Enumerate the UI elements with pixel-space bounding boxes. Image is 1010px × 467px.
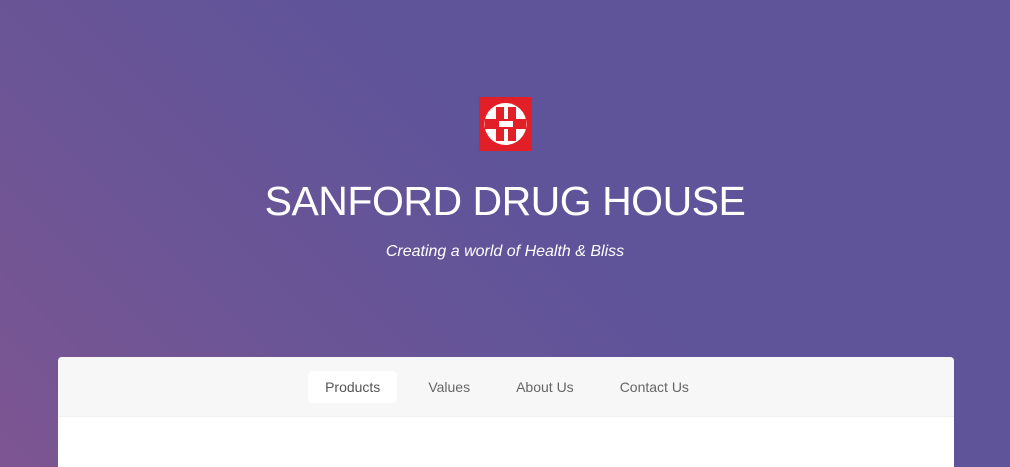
nav-item-values[interactable]: Values bbox=[413, 371, 485, 403]
site-title: SANFORD DRUG HOUSE bbox=[264, 178, 746, 224]
nav-list: Products Values About Us Contact Us bbox=[58, 371, 954, 403]
nav-item-contact-us[interactable]: Contact Us bbox=[605, 371, 704, 403]
site-tagline: Creating a world of Health & Bliss bbox=[385, 243, 625, 260]
nav-item-about-us[interactable]: About Us bbox=[501, 371, 589, 403]
main-nav: Products Values About Us Contact Us bbox=[58, 357, 954, 417]
site-header: SANFORD DRUG HOUSE Creating a world of H… bbox=[0, 0, 1010, 357]
nav-item-products[interactable]: Products bbox=[308, 371, 398, 403]
main-content-card: Products Values About Us Contact Us bbox=[58, 357, 954, 467]
logo-mark bbox=[479, 97, 532, 151]
sanford-logo-icon[interactable] bbox=[479, 97, 532, 151]
